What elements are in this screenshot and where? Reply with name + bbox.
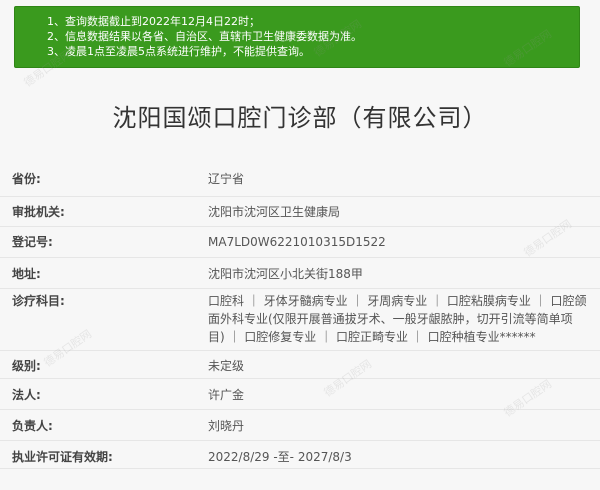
- notice-item: 1、查询数据截止到2022年12月4日22时；: [47, 15, 260, 28]
- row-label: 地址:: [12, 267, 41, 281]
- row-label: 审批机关:: [12, 205, 65, 219]
- row-value: 未定级: [208, 359, 245, 373]
- table-row-level: 级别: 未定级: [0, 351, 600, 379]
- page-title: 沈阳国颂口腔门诊部（有限公司）: [112, 104, 488, 132]
- table-row-license-validity: 执业许可证有效期: 2022/8/29 -至- 2027/8/3: [0, 441, 600, 469]
- table-row-address: 地址: 沈阳市沈河区小北关街188甲: [0, 258, 600, 289]
- row-label: 省份:: [12, 172, 41, 186]
- row-label: 诊疗科目:: [12, 294, 65, 308]
- row-value: 沈阳市沈河区小北关街188甲: [208, 267, 363, 281]
- row-value: 沈阳市沈河区卫生健康局: [208, 205, 341, 219]
- table-row-legal-person: 法人: 许广金: [0, 379, 600, 410]
- row-label: 级别:: [12, 359, 41, 373]
- row-value: 刘晓丹: [208, 419, 245, 433]
- row-label: 执业许可证有效期:: [12, 450, 113, 464]
- notice-item: 3、凌晨1点至凌晨5点系统进行维护，不能提供查询。: [47, 45, 310, 58]
- row-label: 法人:: [12, 388, 41, 402]
- table-row-person-in-charge: 负责人: 刘晓丹: [0, 410, 600, 441]
- table-row-registration-number: 登记号: MA7LD0W6221010315D1522: [0, 227, 600, 258]
- row-value: 2022/8/29 -至- 2027/8/3: [208, 450, 352, 464]
- table-row-treatment-subjects: 诊疗科目: 口腔科 ｜ 牙体牙髓病专业 ｜ 牙周病专业 ｜ 口腔粘膜病专业 ｜ …: [0, 289, 600, 351]
- row-label: 登记号:: [12, 235, 53, 249]
- row-value: 许广金: [208, 388, 245, 402]
- notice-item: 2、信息数据结果以各省、自治区、直辖市卫生健康委数据为准。: [47, 30, 362, 43]
- info-table: 省份: 辽宁省 审批机关: 沈阳市沈河区卫生健康局 登记号: MA7LD0W62…: [0, 159, 600, 469]
- row-label: 负责人:: [12, 419, 53, 433]
- table-row-approval-authority: 审批机关: 沈阳市沈河区卫生健康局: [0, 197, 600, 227]
- table-row-province: 省份: 辽宁省: [0, 159, 600, 197]
- row-value: 辽宁省: [208, 172, 245, 186]
- notice-banner: 1、查询数据截止到2022年12月4日22时； 2、信息数据结果以各省、自治区、…: [14, 6, 580, 68]
- row-value: MA7LD0W6221010315D1522: [208, 235, 386, 249]
- notice-list: 1、查询数据截止到2022年12月4日22时； 2、信息数据结果以各省、自治区、…: [47, 14, 569, 59]
- row-value: 口腔科 ｜ 牙体牙髓病专业 ｜ 牙周病专业 ｜ 口腔粘膜病专业 ｜ 口腔颌面外科…: [208, 294, 587, 344]
